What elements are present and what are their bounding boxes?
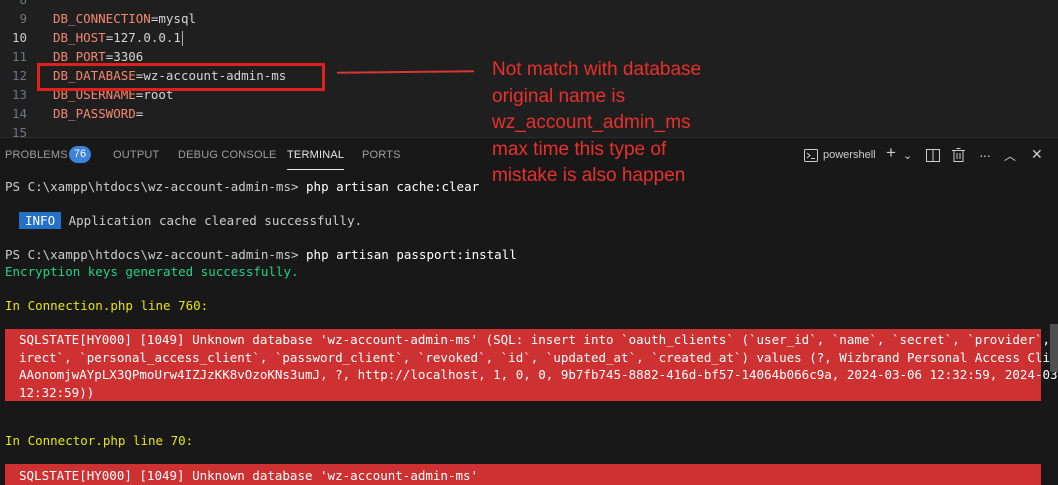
tab-problems[interactable]: PROBLEMS <box>5 149 68 161</box>
terminal-icon[interactable] <box>804 149 818 166</box>
line-number: 10 <box>11 30 27 45</box>
terminal-line: PS C:\xampp\htdocs\wz-account-admin-ms> … <box>5 178 479 195</box>
line-number: 9 <box>19 11 27 26</box>
line-number: 11 <box>11 49 27 64</box>
code-text: DB_CONNECTION=mysql <box>53 9 196 28</box>
env-value: 3306 <box>113 49 144 64</box>
terminal-output[interactable]: PS C:\xampp\htdocs\wz-account-admin-ms> … <box>0 174 1058 485</box>
code-text: DB_PASSWORD= <box>53 104 143 123</box>
highlight-box <box>37 63 325 91</box>
terminal-line: PS C:\xampp\htdocs\wz-account-admin-ms> … <box>5 246 517 263</box>
error-line: SQLSTATE[HY000] [1049] Unknown database … <box>19 468 479 483</box>
editor-line: 8 <box>0 0 1058 9</box>
editor-line: 10 DB_HOST=127.0.0.1 <box>0 28 1058 47</box>
command: php artisan passport:install <box>306 247 517 262</box>
chevron-down-icon[interactable]: ⌄ <box>903 148 912 164</box>
error-line: SQLSTATE[HY000] [1049] Unknown database … <box>19 332 1058 347</box>
line-number: 14 <box>11 106 27 121</box>
env-key: DB_PORT <box>53 49 106 64</box>
shell-name[interactable]: powershell <box>823 149 876 161</box>
scrollbar-thumb[interactable] <box>1050 324 1058 372</box>
line-number: 15 <box>11 125 27 137</box>
code-text: DB_HOST=127.0.0.1 <box>53 28 183 47</box>
env-value: mysql <box>158 11 197 26</box>
problems-count-badge: 76 <box>69 146 91 163</box>
tab-terminal[interactable]: TERMINAL <box>287 149 345 170</box>
add-terminal-icon[interactable]: + <box>886 144 896 161</box>
error-line: irect`, `personal_access_client`, `passw… <box>19 349 1058 365</box>
error-block: SQLSTATE[HY000] [1049] Unknown database … <box>5 329 1058 401</box>
error-heading: In Connector.php line 70: <box>5 433 194 448</box>
env-key: DB_HOST <box>53 30 106 45</box>
error-line: AAonomjwAYpLX3QPmoUrw4IZJzKK8vOzoKNs3umJ… <box>19 367 1058 382</box>
env-key: DB_PASSWORD <box>53 106 136 121</box>
close-icon[interactable]: ✕ <box>1031 146 1043 162</box>
success-message: Encryption keys generated successfully. <box>5 264 299 279</box>
env-value: 127.0.0.1 <box>113 30 181 45</box>
error-heading: In Connection.php line 760: <box>5 298 209 313</box>
error-line: 12:32:59)) <box>19 384 95 400</box>
info-badge: INFO <box>19 212 62 229</box>
line-number: 8 <box>0 0 27 9</box>
env-key: DB_CONNECTION <box>53 11 151 26</box>
terminal-line: INFO Application cache cleared successfu… <box>19 212 362 229</box>
tab-debug-console[interactable]: DEBUG CONSOLE <box>178 149 277 161</box>
info-message: Application cache cleared successfully. <box>61 213 363 228</box>
editor-line: 9 DB_CONNECTION=mysql <box>0 9 1058 28</box>
text-cursor <box>181 31 183 46</box>
prompt: PS C:\xampp\htdocs\wz-account-admin-ms> <box>5 247 307 262</box>
line-number: 12 <box>11 68 27 83</box>
command: php artisan cache:clear <box>306 179 480 194</box>
tab-ports[interactable]: PORTS <box>362 149 401 161</box>
trash-icon[interactable] <box>952 148 965 166</box>
prompt: PS C:\xampp\htdocs\wz-account-admin-ms> <box>5 179 307 194</box>
line-number: 13 <box>11 87 27 102</box>
split-terminal-icon[interactable] <box>926 149 940 166</box>
maximize-panel-icon[interactable]: ︿ <box>1004 148 1016 164</box>
tab-output[interactable]: OUTPUT <box>113 149 159 161</box>
equals-sign: = <box>135 106 144 121</box>
more-actions-icon[interactable]: ··· <box>979 147 991 163</box>
annotation-note: Not match with database original name is… <box>492 59 702 186</box>
error-block: SQLSTATE[HY000] [1049] Unknown database … <box>5 464 1041 485</box>
